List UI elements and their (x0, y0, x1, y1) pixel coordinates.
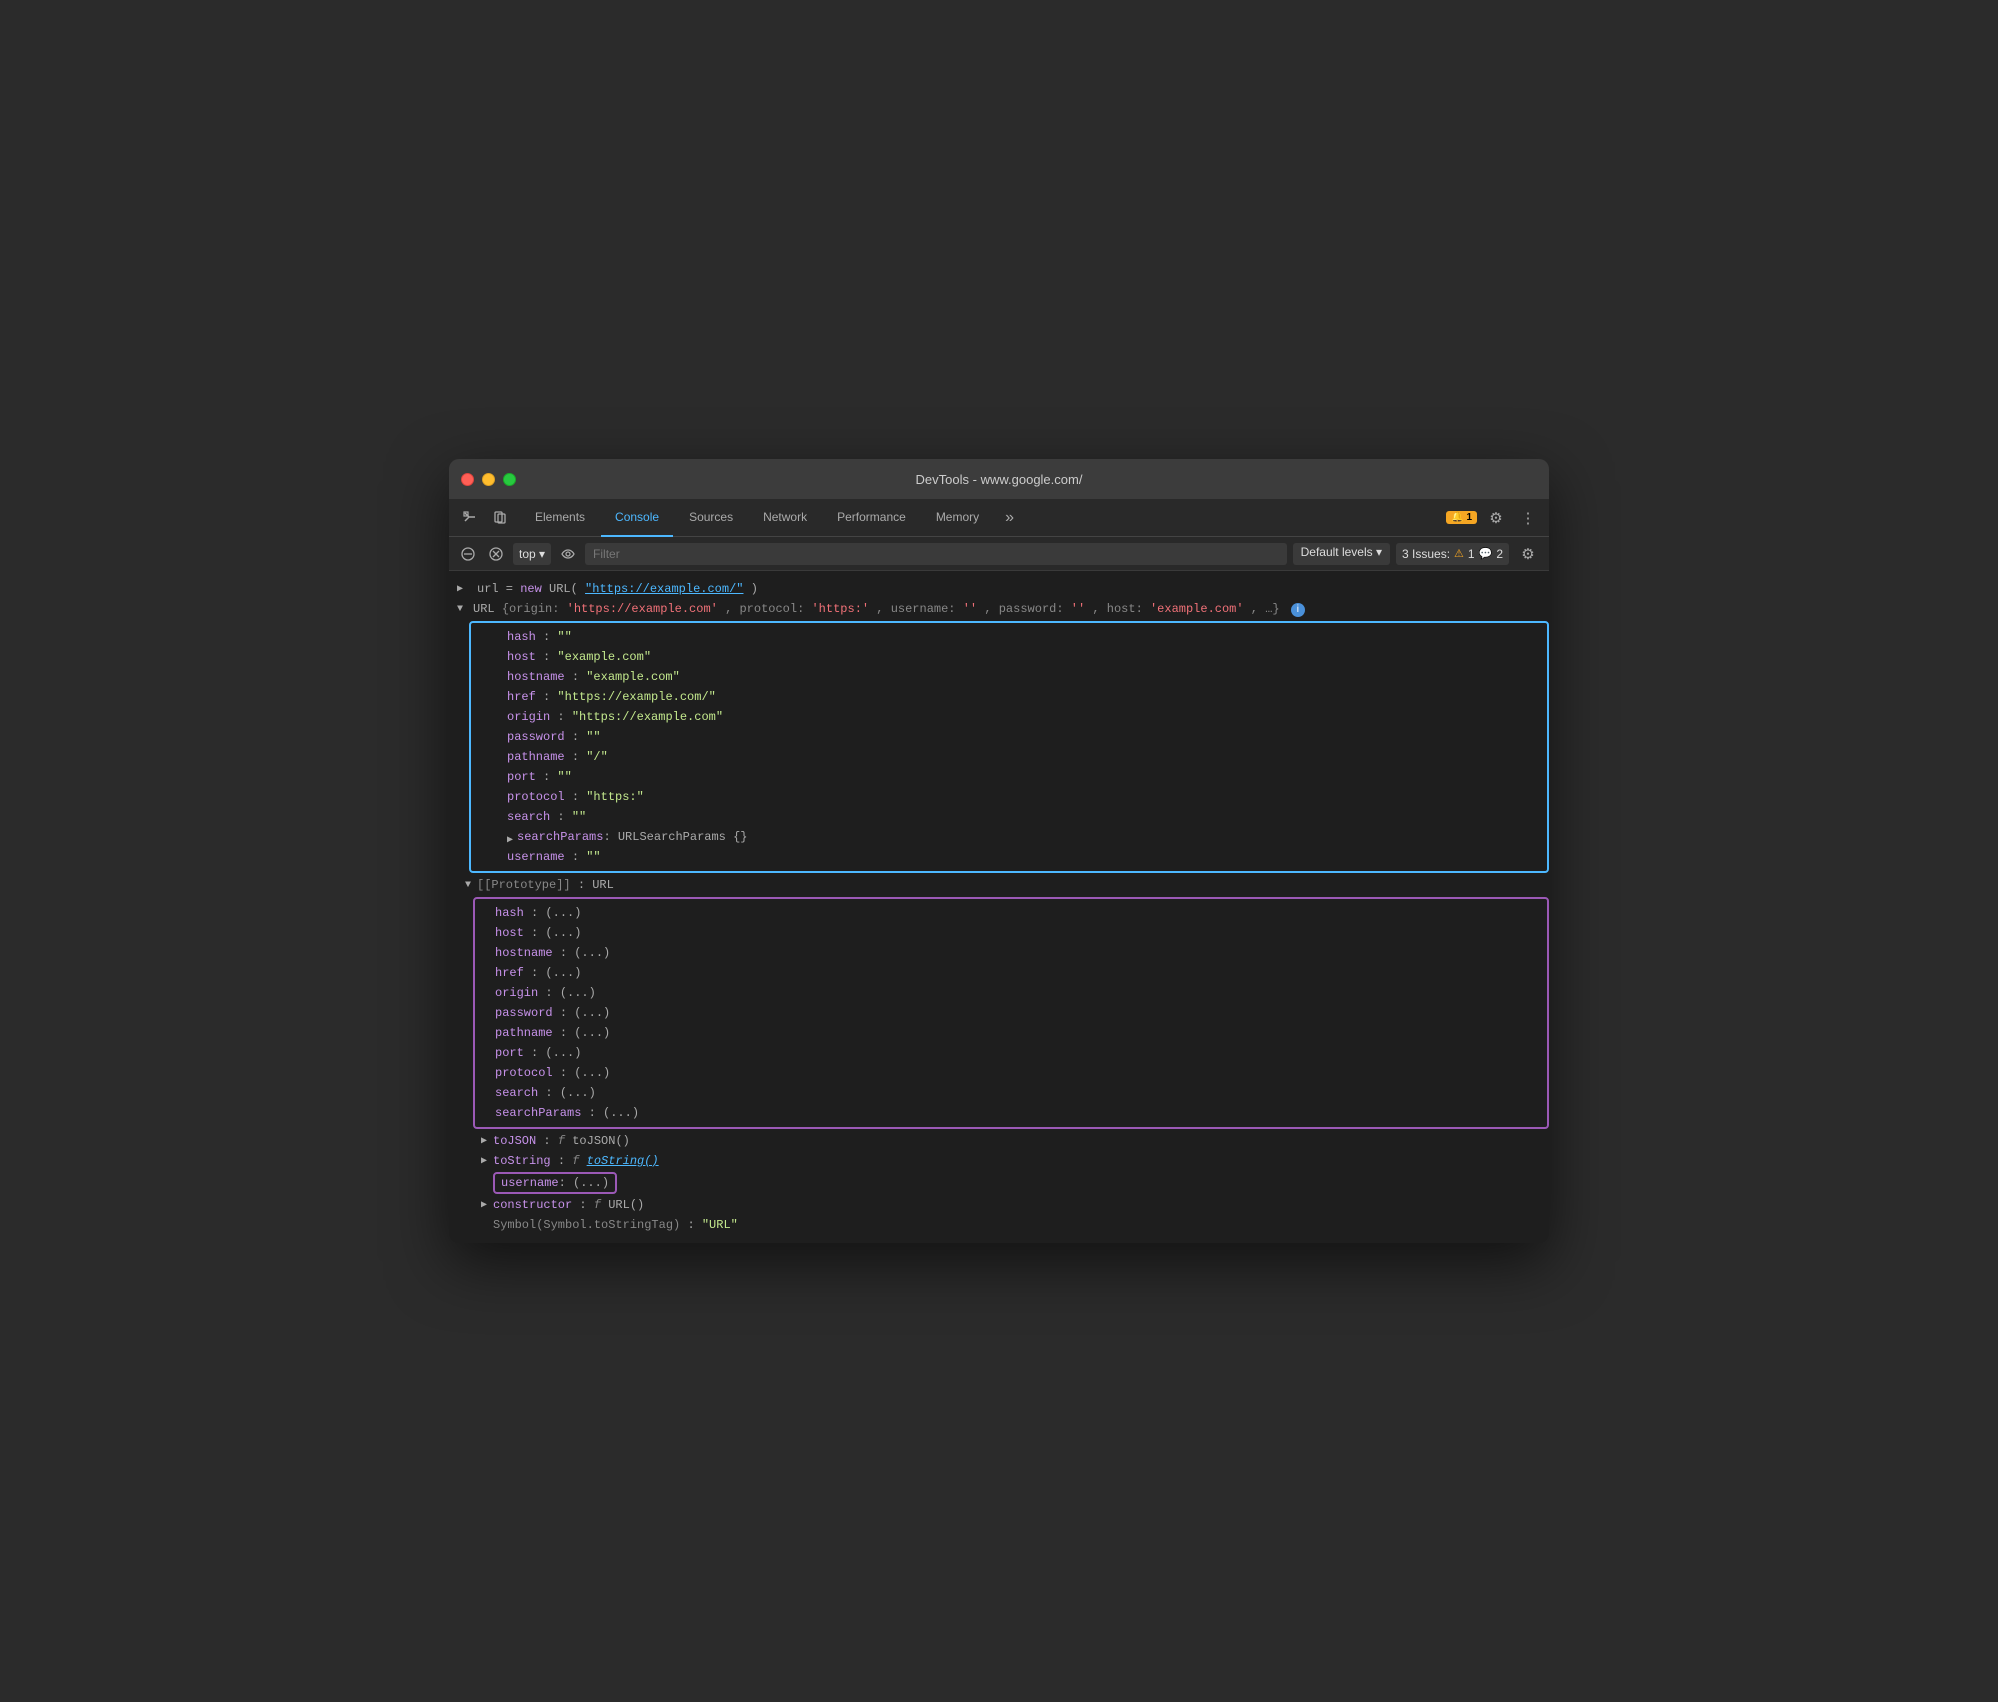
proto-pathname: pathname : (...) (475, 1023, 1547, 1043)
to-json-line: toJSON : f toJSON() (449, 1131, 1549, 1151)
devtools-body: Elements Console Sources Network Perform… (449, 499, 1549, 1243)
proto-hostname: hostname : (...) (475, 943, 1547, 963)
context-selector[interactable]: top ▾ (513, 543, 551, 565)
username-line: username : (...) (449, 1171, 1549, 1195)
prop-hash: hash : "" (471, 627, 1547, 647)
prop-username: username : "" (471, 847, 1547, 867)
symbol-line: Symbol(Symbol.toStringTag) : "URL" (449, 1215, 1549, 1235)
proto-origin: origin : (...) (475, 983, 1547, 1003)
info-icon: 💬 (1479, 547, 1493, 560)
expand-constructor-arrow[interactable] (481, 1198, 487, 1213)
prop-search-params: searchParams : URLSearchParams {} (471, 827, 1547, 847)
prop-host: host : "example.com" (471, 647, 1547, 667)
collapse-arrow[interactable] (457, 602, 463, 617)
log-levels-selector[interactable]: Default levels ▾ (1293, 543, 1390, 565)
window-title: DevTools - www.google.com/ (916, 472, 1083, 487)
username-highlight-box: username : (...) (493, 1172, 617, 1194)
settings-button[interactable]: ⚙ (1483, 505, 1509, 531)
traffic-lights (461, 473, 516, 486)
info-badge[interactable]: i (1291, 603, 1305, 617)
proto-hash: hash : (...) (475, 903, 1547, 923)
more-tabs-button[interactable]: » (999, 509, 1020, 527)
tab-bar: Elements Console Sources Network Perform… (449, 499, 1549, 537)
url-object-header: URL {origin: 'https://example.com' , pro… (449, 599, 1549, 619)
prop-hostname: hostname : "example.com" (471, 667, 1547, 687)
tab-network[interactable]: Network (749, 499, 821, 537)
prototype-header: [[Prototype]] : URL (449, 875, 1549, 895)
filter-input[interactable] (585, 543, 1287, 565)
console-content: url = new URL( "https://example.com/" ) … (449, 571, 1549, 1243)
proto-host: host : (...) (475, 923, 1547, 943)
tab-sources[interactable]: Sources (675, 499, 747, 537)
prop-pathname: pathname : "/" (471, 747, 1547, 767)
expand-arrow[interactable] (457, 582, 463, 597)
console-line-url-assignment: url = new URL( "https://example.com/" ) (449, 579, 1549, 599)
devtools-window: DevTools - www.google.com/ (449, 459, 1549, 1243)
proto-password: password : (...) (475, 1003, 1547, 1023)
device-toolbar-button[interactable] (487, 505, 513, 531)
proto-port: port : (...) (475, 1043, 1547, 1063)
proto-search-params: searchParams : (...) (475, 1103, 1547, 1123)
warning-icon: ⚠ (1454, 547, 1464, 560)
title-bar: DevTools - www.google.com/ (449, 459, 1549, 499)
prop-protocol: protocol : "https:" (471, 787, 1547, 807)
tab-memory[interactable]: Memory (922, 499, 993, 537)
preserve-log-button[interactable] (485, 543, 507, 565)
eye-button[interactable] (557, 543, 579, 565)
console-toolbar: top ▾ Default levels ▾ 3 Issues: ⚠ 1 💬 2… (449, 537, 1549, 571)
prop-port: port : "" (471, 767, 1547, 787)
constructor-line: constructor : f URL() (449, 1195, 1549, 1215)
console-settings-button[interactable]: ⚙ (1515, 541, 1541, 567)
close-button[interactable] (461, 473, 474, 486)
proto-href: href : (...) (475, 963, 1547, 983)
collapse-prototype-arrow[interactable] (465, 878, 471, 893)
prop-href: href : "https://example.com/" (471, 687, 1547, 707)
minimize-button[interactable] (482, 473, 495, 486)
maximize-button[interactable] (503, 473, 516, 486)
tab-console[interactable]: Console (601, 499, 673, 537)
url-properties-box: hash : "" host : "example.com" hostname … (469, 621, 1549, 873)
issues-badge[interactable]: 3 Issues: ⚠ 1 💬 2 (1396, 543, 1509, 565)
tab-bar-right: 🔔 1 ⚙ ⋮ (1446, 505, 1541, 531)
clear-console-button[interactable] (457, 543, 479, 565)
expand-to-json-arrow[interactable] (481, 1134, 487, 1149)
more-options-button[interactable]: ⋮ (1515, 505, 1541, 531)
notification-count: 1 (1466, 512, 1472, 523)
tab-performance[interactable]: Performance (823, 499, 920, 537)
inspect-element-button[interactable] (457, 505, 483, 531)
to-string-line: toString : f toString() (449, 1151, 1549, 1171)
proto-search: search : (...) (475, 1083, 1547, 1103)
prop-password: password : "" (471, 727, 1547, 747)
notification-badge[interactable]: 🔔 1 (1446, 511, 1477, 524)
bell-icon: 🔔 (1451, 512, 1463, 523)
expand-search-params[interactable] (507, 833, 513, 848)
expand-to-string-arrow[interactable] (481, 1154, 487, 1169)
tab-bar-icons (457, 505, 513, 531)
tab-elements[interactable]: Elements (521, 499, 599, 537)
prop-search: search : "" (471, 807, 1547, 827)
prop-origin: origin : "https://example.com" (471, 707, 1547, 727)
proto-protocol: protocol : (...) (475, 1063, 1547, 1083)
prototype-properties-box: hash : (...) host : (...) hostname : (..… (473, 897, 1549, 1129)
